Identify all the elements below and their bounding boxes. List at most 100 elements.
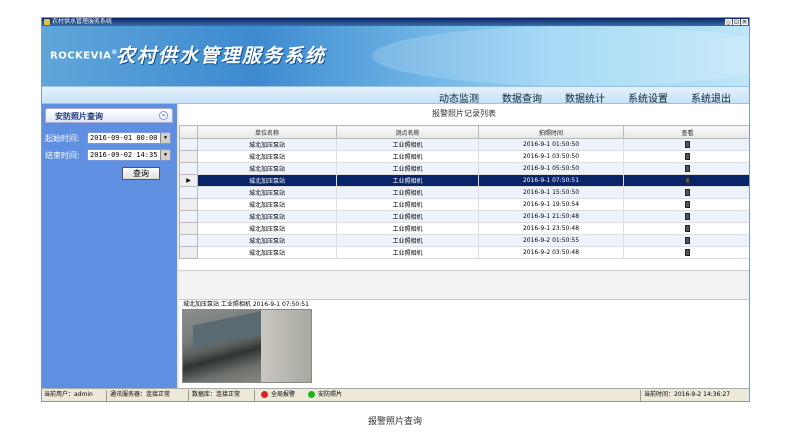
cell-time: 2016-9-1 01:50:50 [478,138,624,151]
row-header[interactable]: ▶ [179,174,198,187]
figure-caption: 报警照片查询 [367,417,422,427]
document-icon[interactable] [685,141,690,148]
window-title: 农村供水管理服务系统 [52,18,113,25]
document-icon[interactable] [685,237,690,244]
table-row[interactable]: 城北加压泵站 工业照相机 2016-9-1 01:50:50 [179,138,749,151]
row-header[interactable] [179,150,198,163]
cell-unit: 城北加压泵站 [197,162,337,175]
collapse-icon[interactable]: » [159,111,168,120]
view-cell[interactable] [623,162,749,175]
table-row[interactable]: 城北加压泵站 工业照相机 2016-9-1 05:50:50 [179,162,749,175]
document-icon[interactable] [685,225,690,232]
minimize-button[interactable]: _ [725,19,732,25]
table-row[interactable]: 城北加压泵站 工业照相机 2016-9-2 01:50:55 [179,234,749,247]
cell-point: 工业照相机 [336,198,479,211]
cell-point: 工业照相机 [336,234,479,247]
column-header[interactable]: 拍照时间 [478,125,624,139]
query-button[interactable]: 查询 [122,167,160,180]
table-row[interactable]: 城北加压泵站 工业照相机 2016-9-1 15:50:50 [179,186,749,199]
cell-time: 2016-9-1 19:50:54 [478,198,624,211]
menu-item-monitor[interactable]: 动态监测 [439,90,479,105]
cell-point: 工业照相机 [336,150,479,163]
cell-unit: 城北加压泵站 [197,222,337,235]
list-title: 报警照片记录列表 [432,109,496,118]
document-icon[interactable] [685,153,690,160]
panel-header: 安防照片查询 » [45,108,173,123]
view-cell[interactable] [623,222,749,235]
cell-time: 2016-9-1 07:50:51 [478,174,624,187]
row-header[interactable] [179,198,198,211]
cell-unit: 城北加压泵站 [197,174,337,187]
menu-item-query[interactable]: 数据查询 [502,90,542,105]
app-icon [44,19,50,25]
panel-title: 安防照片查询 [55,112,103,121]
document-icon[interactable] [685,213,690,220]
view-cell[interactable] [623,210,749,223]
row-header[interactable] [179,186,198,199]
app-title: 农村供水管理服务系统 [116,45,327,67]
row-header[interactable] [179,138,198,151]
photo-indicator[interactable]: 安防照片 [308,389,342,401]
alarm-photo [182,309,312,383]
document-icon[interactable] [685,165,690,172]
banner-decoration [372,26,749,86]
view-cell[interactable] [623,246,749,259]
cell-time: 2016-9-1 05:50:50 [478,162,624,175]
alarm-indicator[interactable]: 全局报警 [261,389,295,401]
table-row[interactable]: ▶ 城北加压泵站 工业照相机 2016-9-1 07:50:51 [179,174,749,187]
brand-logo: ROCKEVIA® [50,49,118,62]
status-user: 当前用户：admin [44,391,93,398]
menu-item-exit[interactable]: 系统退出 [691,90,731,105]
table-row[interactable]: 城北加压泵站 工业照相机 2016-9-1 03:50:50 [179,150,749,163]
status-bar: 当前用户：admin 通讯服务器：连接正常 数据库：连接正常 全局报警 安防照片… [42,388,749,401]
photo-detail: 城北加压泵站 工业照相机 2016-9-1 07:50:51 [179,298,749,388]
cell-time: 2016-9-1 21:50:48 [478,210,624,223]
document-icon[interactable] [685,201,690,208]
column-header[interactable]: 测点名称 [336,125,479,139]
maximize-button[interactable]: □ [733,19,740,25]
cell-time: 2016-9-2 03:50:48 [478,246,624,259]
chevron-down-icon[interactable]: ▼ [160,150,170,160]
view-cell[interactable] [623,198,749,211]
query-sidebar: 安防照片查询 » 起始时间: 2016-09-01 00:00 ▼ 结束时间: 2… [42,104,177,388]
chevron-down-icon[interactable]: ▼ [160,133,170,143]
row-header[interactable] [179,162,198,175]
document-icon[interactable] [685,189,690,196]
table-row[interactable]: 城北加压泵站 工业照相机 2016-9-1 21:50:48 [179,210,749,223]
menu-item-statistics[interactable]: 数据统计 [565,90,605,105]
row-header[interactable] [179,246,198,259]
cell-point: 工业照相机 [336,174,479,187]
column-header[interactable]: 单位名称 [197,125,337,139]
menu-item-settings[interactable]: 系统设置 [628,90,668,105]
app-banner: ROCKEVIA® 农村供水管理服务系统 [42,26,749,86]
column-header[interactable]: 查看 [623,125,749,139]
start-time-picker[interactable]: 2016-09-01 00:00 ▼ [87,132,171,144]
table-row[interactable]: 城北加压泵站 工业照相机 2016-9-1 23:50:48 [179,222,749,235]
row-header-corner [179,125,198,139]
alarm-photo-table: 单位名称 测点名称 拍照时间 查看 城北加压泵站 工业照相机 2016-9-1 01… [179,125,749,259]
view-cell[interactable] [623,186,749,199]
row-header[interactable] [179,222,198,235]
table-row[interactable]: 城北加压泵站 工业照相机 2016-9-1 19:50:54 [179,198,749,211]
alarm-dot-icon [261,391,268,398]
status-comm: 通讯服务器：连接正常 [110,391,171,398]
cell-time: 2016-9-2 01:50:55 [478,234,624,247]
document-icon[interactable] [685,177,690,184]
row-header[interactable] [179,210,198,223]
end-time-label: 结束时间: [45,151,80,160]
cell-point: 工业照相机 [336,210,479,223]
end-time-picker[interactable]: 2016-09-02 14:35 ▼ [87,149,171,161]
row-header[interactable] [179,234,198,247]
view-cell[interactable] [623,174,749,187]
document-icon[interactable] [685,249,690,256]
view-cell[interactable] [623,234,749,247]
view-cell[interactable] [623,150,749,163]
photo-caption: 城北加压泵站 工业照相机 2016-9-1 07:50:51 [183,301,309,308]
app-window: 农村供水管理服务系统 _ □ × ROCKEVIA® 农村供水管理服务系统 动态… [41,17,750,402]
view-cell[interactable] [623,138,749,151]
cell-time: 2016-9-1 15:50:50 [478,186,624,199]
table-row[interactable]: 城北加压泵站 工业照相机 2016-9-2 03:50:48 [179,246,749,259]
cell-unit: 城北加压泵站 [197,186,337,199]
close-button[interactable]: × [741,19,748,25]
cell-point: 工业照相机 [336,162,479,175]
